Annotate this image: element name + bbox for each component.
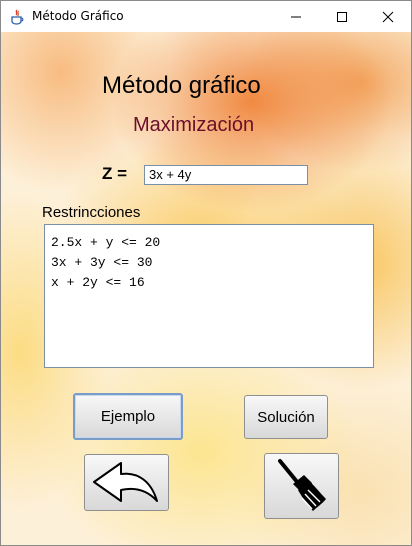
close-icon	[382, 11, 394, 22]
constraint-line: 2.5x + y <= 20	[51, 235, 161, 250]
constraints-textarea[interactable]: 2.5x + y <= 20 3x + 3y <= 30 x + 2y <= 1…	[44, 224, 374, 368]
objective-label: Z =	[102, 164, 128, 183]
constraint-line: 3x + 3y <= 30	[51, 255, 153, 270]
back-arrow-icon	[92, 461, 158, 502]
close-button[interactable]	[365, 1, 411, 32]
solution-button[interactable]: Solución	[244, 395, 328, 439]
maximize-button[interactable]	[319, 1, 365, 32]
java-app-icon	[11, 9, 24, 25]
clear-button[interactable]	[264, 453, 339, 519]
maximize-icon	[337, 11, 347, 22]
page-title: Método gráfico	[102, 72, 261, 99]
constraint-line: x + 2y <= 16	[51, 275, 145, 290]
main-panel: Método gráfico Maximización Z = 3x + 4y …	[1, 32, 411, 545]
objective-function-input[interactable]: 3x + 4y	[144, 165, 308, 185]
minimize-button[interactable]	[273, 1, 319, 32]
back-button[interactable]	[84, 454, 169, 511]
constraints-label: Restrincciones	[42, 204, 141, 221]
app-window: Método Gráfico Método gráfico Maximizaci…	[0, 0, 412, 546]
title-bar: Método Gráfico	[1, 1, 411, 32]
broom-icon	[277, 459, 326, 511]
window-title: Método Gráfico	[32, 9, 124, 23]
minimize-icon	[291, 16, 301, 17]
example-button[interactable]: Ejemplo	[73, 393, 183, 440]
mode-label: Maximización	[133, 114, 255, 136]
